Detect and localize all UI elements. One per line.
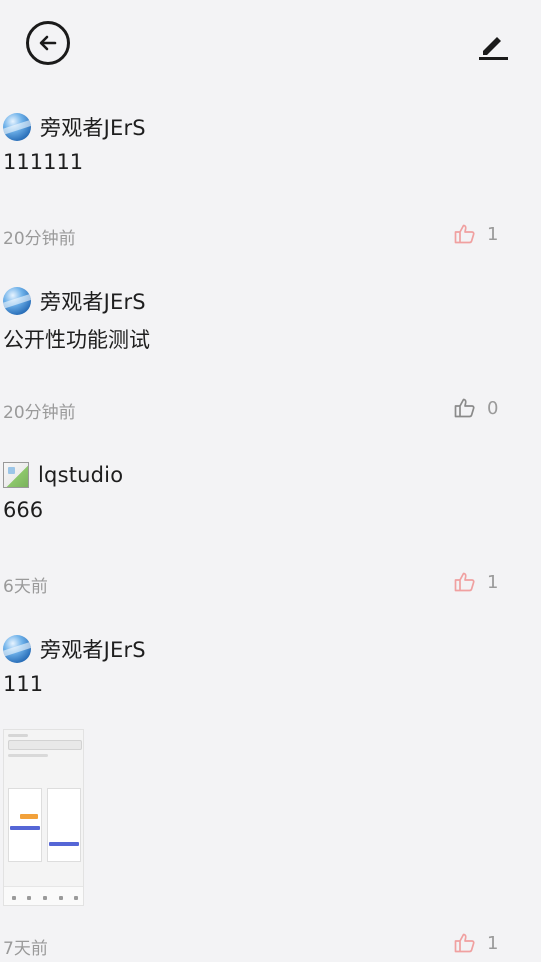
post-time: 6天前 [3,577,48,597]
post-content: 公开性功能测试 [3,328,150,352]
author-name[interactable]: 旁观者JErS [40,112,146,142]
like-count: 1 [487,932,499,954]
thumbs-up-icon [454,572,475,592]
author-name[interactable]: 旁观者JErS [40,286,146,316]
post-item[interactable]: 旁观者JErS 111111 20分钟前 1 [0,112,541,252]
thumbs-up-icon [454,398,475,418]
edit-button[interactable] [476,28,510,62]
post-item[interactable]: 旁观者JErS 111 7天前 1 [0,634,541,959]
like-button[interactable]: 1 [453,931,498,955]
author-row: 旁观者JErS [3,286,146,316]
post-item[interactable]: lqstudio 666 6天前 1 [0,460,541,600]
avatar[interactable] [3,287,31,315]
post-time: 7天前 [3,939,48,959]
author-name[interactable]: lqstudio [38,463,123,487]
author-name[interactable]: 旁观者JErS [40,634,146,664]
thumbs-up-icon [454,933,475,953]
post-image-thumbnail[interactable] [3,729,84,906]
like-button[interactable]: 1 [453,222,498,246]
like-count: 0 [487,397,499,419]
pencil-icon [479,37,508,60]
avatar[interactable] [3,635,31,663]
author-row: lqstudio [3,460,123,490]
back-button[interactable] [26,21,70,65]
post-time: 20分钟前 [3,229,76,249]
like-button[interactable]: 1 [453,570,498,594]
post-content: 111111 [3,150,84,174]
like-count: 1 [487,571,499,593]
post-content: 111 [3,672,44,696]
post-time: 20分钟前 [3,403,76,423]
like-count: 1 [487,223,499,245]
avatar[interactable] [3,113,31,141]
thumbs-up-icon [454,224,475,244]
like-button[interactable]: 0 [453,396,498,420]
top-bar [0,0,541,90]
post-content: 666 [3,498,44,522]
author-row: 旁观者JErS [3,634,146,664]
avatar-image[interactable] [3,462,29,488]
arrow-left-icon [39,35,57,51]
author-row: 旁观者JErS [3,112,146,142]
post-item[interactable]: 旁观者JErS 公开性功能测试 20分钟前 0 [0,286,541,426]
